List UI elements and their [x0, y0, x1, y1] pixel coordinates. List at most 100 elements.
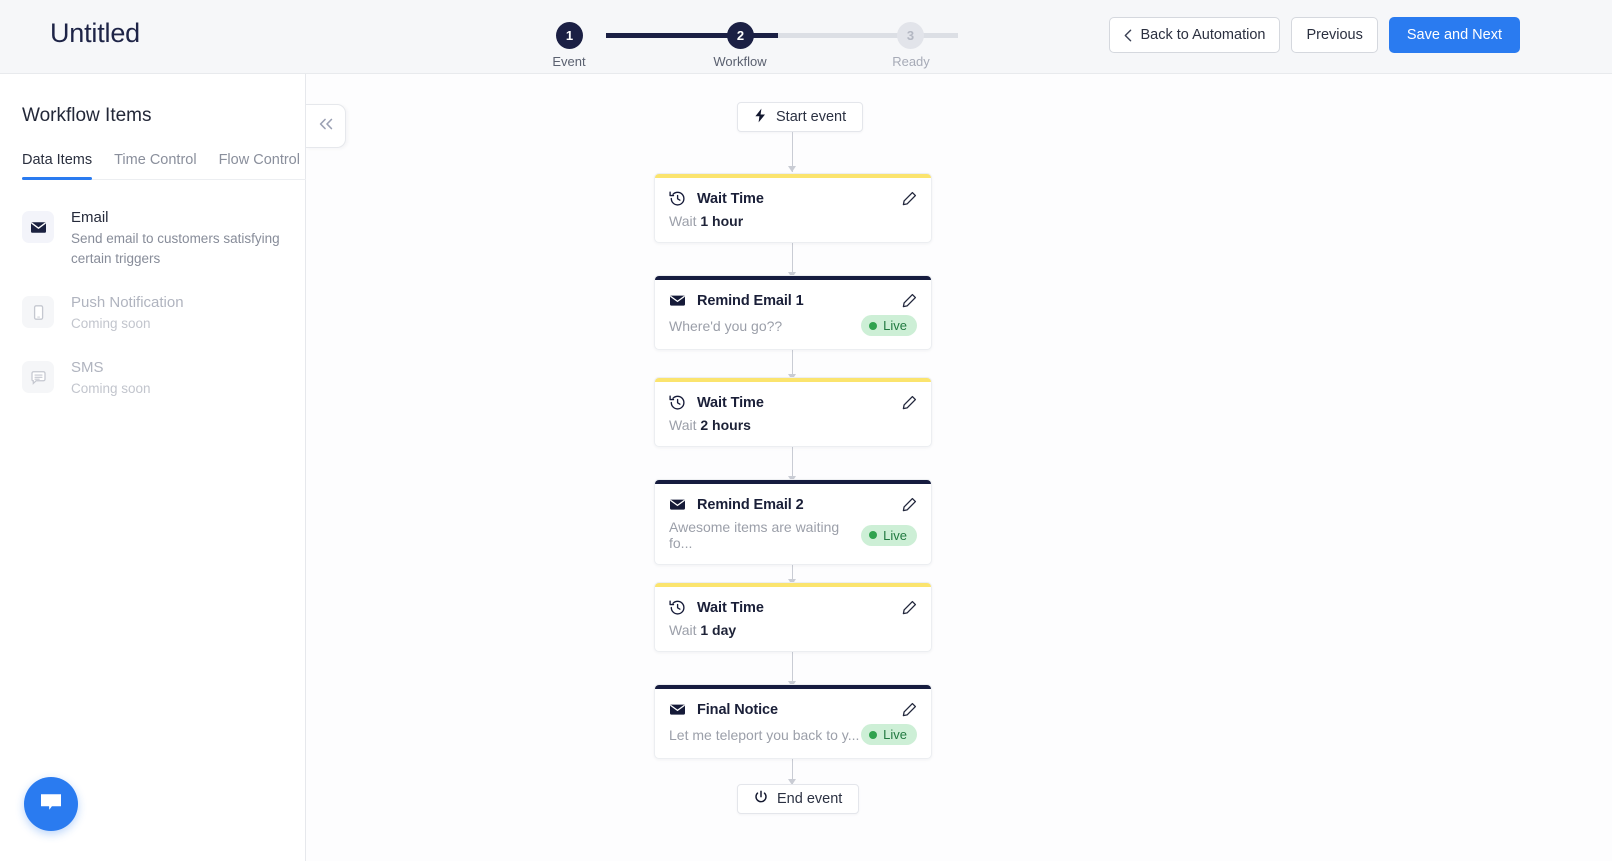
node-subtitle: Wait 1 day — [669, 622, 917, 638]
workflow-item-push-notification[interactable]: Push Notification Coming soon — [22, 293, 294, 334]
workflow-item-email-desc: Send email to customers satisfying certa… — [71, 229, 294, 269]
pencil-icon[interactable] — [901, 497, 917, 513]
start-event-node[interactable]: Start event — [737, 102, 863, 132]
status-badge-label: Live — [883, 727, 907, 742]
node-subtitle: Let me teleport you back to y... — [669, 727, 861, 743]
status-badge: Live — [861, 315, 917, 336]
pencil-icon[interactable] — [901, 293, 917, 309]
stepper-label-event: Event — [524, 54, 614, 69]
back-to-automation-label: Back to Automation — [1141, 27, 1266, 43]
mobile-phone-icon — [22, 296, 54, 328]
node-subtitle: Where'd you go?? — [669, 318, 861, 334]
end-event-node[interactable]: End event — [737, 784, 859, 814]
top-action-buttons: Back to Automation Previous Save and Nex… — [1109, 17, 1520, 53]
sidebar-title: Workflow Items — [22, 105, 152, 127]
progress-stepper: 1 2 3 Event Workflow Ready — [540, 12, 940, 70]
node-body: Wait 1 hour — [655, 207, 931, 242]
status-dot-icon — [869, 531, 877, 539]
node-title: Final Notice — [697, 702, 901, 718]
workflow-item-email-title: Email — [71, 208, 294, 228]
back-to-automation-button[interactable]: Back to Automation — [1109, 17, 1281, 53]
history-clock-icon — [669, 599, 687, 616]
lightning-bolt-icon — [754, 108, 767, 127]
status-badge: Live — [861, 525, 917, 546]
workflow-item-sms[interactable]: SMS Coming soon — [22, 358, 294, 399]
envelope-icon — [669, 292, 687, 309]
workflow-node-remind-email-2[interactable]: Remind Email 2 Awesome items are waiting… — [654, 479, 932, 565]
history-clock-icon — [669, 190, 687, 207]
node-body: Awesome items are waiting fo... Live — [655, 513, 931, 564]
workflow-items-sidebar: Workflow Items Data Items Time Control F… — [0, 74, 306, 861]
status-badge-label: Live — [883, 528, 907, 543]
envelope-icon — [669, 701, 687, 718]
save-and-next-label: Save and Next — [1407, 27, 1502, 43]
save-and-next-button[interactable]: Save and Next — [1389, 17, 1520, 53]
node-title: Wait Time — [697, 395, 901, 411]
node-title: Wait Time — [697, 600, 901, 616]
workflow-item-push-notification-title: Push Notification — [71, 293, 184, 313]
tab-data-items[interactable]: Data Items — [22, 152, 92, 179]
sidebar-collapse-button[interactable] — [306, 104, 346, 148]
workflow-item-list: Email Send email to customers satisfying… — [22, 208, 294, 423]
connector-arrow — [788, 166, 796, 172]
page-title: Untitled — [50, 18, 140, 49]
stepper-step-3-number: 3 — [907, 28, 914, 43]
node-header: Wait Time — [655, 382, 931, 411]
pencil-icon[interactable] — [901, 600, 917, 616]
start-event-label: Start event — [776, 109, 846, 125]
node-header: Remind Email 2 — [655, 484, 931, 513]
tab-flow-control[interactable]: Flow Control — [219, 152, 300, 179]
stepper-step-3[interactable]: 3 — [897, 22, 924, 49]
workflow-node-final-notice[interactable]: Final Notice Let me teleport you back to… — [654, 684, 932, 759]
node-title: Remind Email 1 — [697, 293, 901, 309]
node-header: Wait Time — [655, 178, 931, 207]
power-icon — [754, 790, 768, 808]
stepper-line-remaining — [778, 33, 958, 38]
chevron-left-icon — [1124, 29, 1132, 42]
stepper-label-workflow: Workflow — [695, 54, 785, 69]
workflow-item-push-notification-desc: Coming soon — [71, 314, 184, 334]
pencil-icon[interactable] — [901, 702, 917, 718]
node-body: Where'd you go?? Live — [655, 309, 931, 349]
workflow-item-email[interactable]: Email Send email to customers satisfying… — [22, 208, 294, 269]
status-badge: Live — [861, 724, 917, 745]
node-subtitle: Awesome items are waiting fo... — [669, 519, 861, 551]
envelope-icon — [22, 211, 54, 243]
double-chevron-left-icon — [318, 117, 334, 135]
workflow-flow: Start event — [306, 74, 1612, 861]
chat-bubble-icon — [38, 790, 64, 819]
previous-button[interactable]: Previous — [1291, 17, 1377, 53]
node-body: Wait 1 day — [655, 616, 931, 651]
workflow-node-wait-time-1[interactable]: Wait Time Wait 1 hour — [654, 173, 932, 243]
stepper-step-1[interactable]: 1 — [556, 22, 583, 49]
workflow-node-wait-time-2[interactable]: Wait Time Wait 2 hours — [654, 377, 932, 447]
node-header: Remind Email 1 — [655, 280, 931, 309]
workflow-canvas[interactable]: Start event — [306, 74, 1612, 861]
stepper-label-ready: Ready — [866, 54, 956, 69]
stepper-step-1-number: 1 — [566, 28, 573, 43]
node-title: Remind Email 2 — [697, 497, 901, 513]
history-clock-icon — [669, 394, 687, 411]
stepper-step-2[interactable]: 2 — [727, 22, 754, 49]
stepper-step-2-number: 2 — [737, 28, 744, 43]
stepper-line-completed — [606, 33, 786, 38]
tab-time-control[interactable]: Time Control — [114, 152, 196, 179]
end-event-label: End event — [777, 791, 842, 807]
workflow-item-sms-title: SMS — [71, 358, 151, 378]
chat-widget-button[interactable] — [24, 777, 78, 831]
node-title: Wait Time — [697, 191, 901, 207]
node-header: Wait Time — [655, 587, 931, 616]
workflow-node-remind-email-1[interactable]: Remind Email 1 Where'd you go?? Live — [654, 275, 932, 350]
status-dot-icon — [869, 322, 877, 330]
envelope-icon — [669, 496, 687, 513]
pencil-icon[interactable] — [901, 191, 917, 207]
pencil-icon[interactable] — [901, 395, 917, 411]
node-body: Let me teleport you back to y... Live — [655, 718, 931, 758]
top-bar: Untitled 1 2 3 Event Workflow Ready Back… — [0, 0, 1612, 74]
node-header: Final Notice — [655, 689, 931, 718]
workflow-item-sms-desc: Coming soon — [71, 379, 151, 399]
status-dot-icon — [869, 731, 877, 739]
status-badge-label: Live — [883, 318, 907, 333]
workflow-node-wait-time-3[interactable]: Wait Time Wait 1 day — [654, 582, 932, 652]
sidebar-tabs: Data Items Time Control Flow Control — [22, 152, 306, 180]
